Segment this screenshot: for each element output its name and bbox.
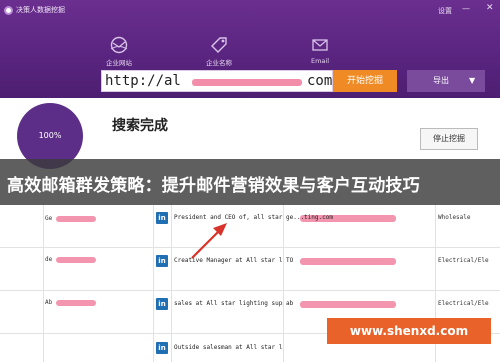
- url-text-start: http://al: [105, 73, 181, 89]
- table-row[interactable]: Ge in President and CEO of, all star lig…: [0, 205, 500, 248]
- url-input[interactable]: http://al com: [101, 70, 333, 92]
- linkedin-icon[interactable]: in: [156, 342, 168, 354]
- article-title-banner: 高效邮箱群发策略：提升邮件营销效果与客户互动技巧: [0, 159, 500, 205]
- app-logo-icon: [4, 6, 13, 15]
- contact-industry: Electrical/Ele: [438, 257, 489, 264]
- column-divider: [171, 205, 172, 362]
- title-bar: 决策人数据挖掘 设置 — ✕: [0, 0, 500, 22]
- contact-title: Outside salesman at All star lightin: [174, 344, 284, 351]
- column-divider: [43, 205, 44, 362]
- status-heading: 搜索完成: [112, 118, 168, 134]
- chevron-down-icon: ▼: [469, 76, 476, 85]
- globe-mail-icon: [110, 36, 128, 54]
- export-button-label: 导出: [433, 76, 449, 85]
- contact-industry: Electrical/Ele: [438, 300, 489, 307]
- name-redaction-mark: [56, 300, 96, 306]
- mode-label-website: 企业网站: [106, 59, 132, 67]
- contact-name: de: [45, 256, 53, 263]
- contact-industry: Wholesale: [438, 214, 471, 221]
- name-redaction-mark: [56, 257, 96, 263]
- linkedin-icon[interactable]: in: [156, 298, 168, 310]
- app-header: 决策人数据挖掘 设置 — ✕ 企业网站 企业名称 Email http://al…: [0, 0, 500, 98]
- contact-email: ge...ting.com: [286, 214, 333, 221]
- article-title: 高效邮箱群发策略：提升邮件营销效果与客户互动技巧: [7, 176, 420, 196]
- close-button[interactable]: ✕: [486, 3, 494, 13]
- app-title: 决策人数据挖掘: [16, 6, 65, 14]
- email-redaction-mark: [300, 301, 396, 308]
- mode-tab-website[interactable]: 企业网站: [97, 36, 141, 67]
- envelope-icon: [312, 39, 328, 51]
- tag-icon: [211, 37, 227, 53]
- mode-tab-email[interactable]: Email: [298, 36, 342, 65]
- mode-label-email: Email: [310, 57, 330, 65]
- mode-tab-company[interactable]: 企业名称: [197, 36, 241, 67]
- start-mining-button[interactable]: 开始挖掘: [333, 70, 397, 92]
- linkedin-icon[interactable]: in: [156, 212, 168, 224]
- url-redaction-mark: [192, 79, 302, 86]
- table-row[interactable]: de in Creative Manager at All star light…: [0, 248, 500, 291]
- settings-menu[interactable]: 设置: [438, 6, 452, 16]
- contact-name: Ab: [45, 299, 53, 306]
- url-text-end: com: [307, 73, 333, 89]
- watermark: www.shenxd.com: [327, 318, 491, 344]
- minimize-button[interactable]: —: [462, 4, 470, 13]
- contact-title: Creative Manager at All star lightin: [174, 257, 284, 264]
- email-redaction-mark: [300, 258, 396, 265]
- contact-name: Ge: [45, 215, 53, 222]
- stop-mining-button[interactable]: 停止挖掘: [420, 128, 478, 150]
- column-divider: [283, 205, 284, 362]
- linkedin-icon[interactable]: in: [156, 255, 168, 267]
- export-button[interactable]: 导出 ▼: [407, 70, 485, 92]
- name-redaction-mark: [56, 216, 96, 222]
- contact-title: sales at All star lighting supplies: [174, 300, 284, 307]
- contact-title: President and CEO of, all star light: [174, 214, 284, 221]
- mode-label-company: 企业名称: [206, 59, 232, 67]
- column-divider: [153, 205, 154, 362]
